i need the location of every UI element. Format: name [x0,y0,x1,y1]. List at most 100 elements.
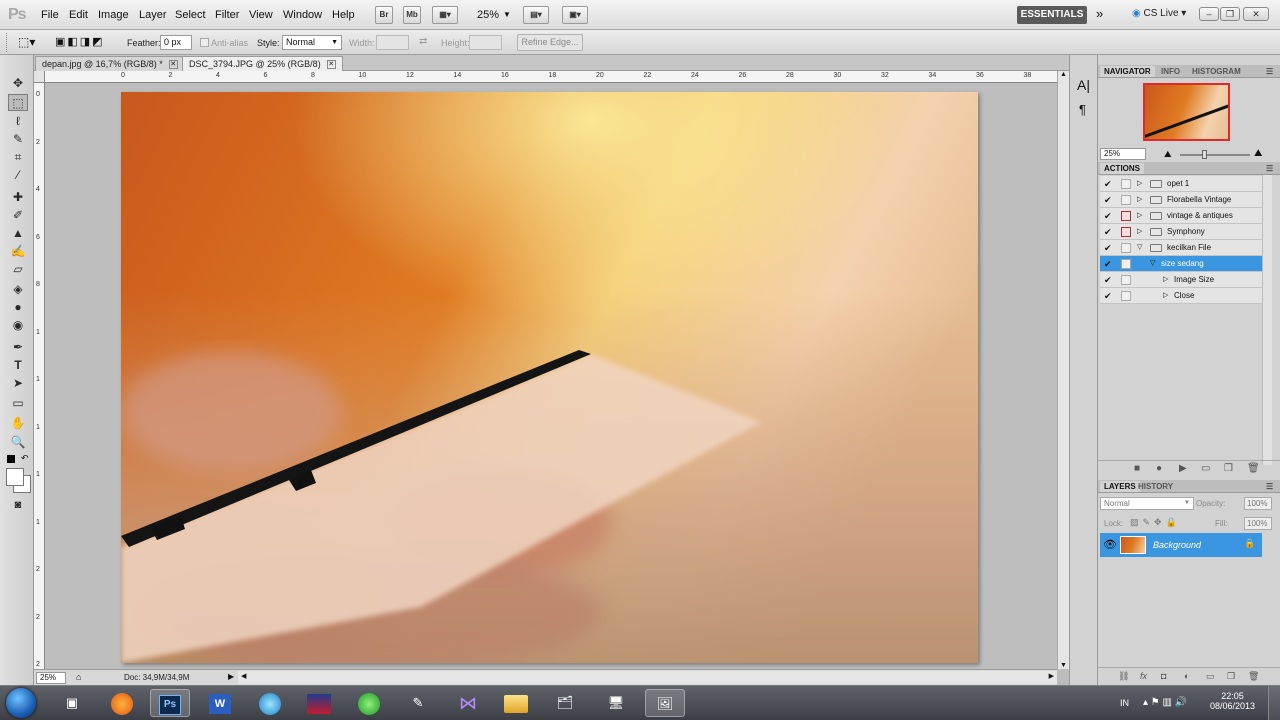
tab-actions[interactable]: ACTIONS [1100,163,1144,174]
menu-layer[interactable]: Layer [139,9,167,21]
tab-navigator[interactable]: NAVIGATOR [1100,66,1155,77]
brush-tool-icon[interactable]: ✐ [8,207,28,224]
ruler-origin[interactable] [34,71,45,83]
crop-tool-icon[interactable]: ⌗ [8,149,28,166]
delete-icon[interactable]: 🗑 [1247,463,1260,474]
clone-stamp-tool-icon[interactable]: ▲ [8,225,28,242]
dialog-toggle-checkbox[interactable] [1121,259,1131,269]
taskbar-green-app-icon[interactable] [349,689,389,717]
width-input[interactable] [376,35,409,50]
action-toggle-checkbox[interactable]: ✔ [1104,291,1114,301]
navigator-zoom-field[interactable]: 25% [1100,148,1146,160]
actions-scrollbar[interactable] [1262,175,1272,465]
history-brush-tool-icon[interactable]: ✍ [8,243,28,260]
lock-options-icons[interactable]: ▨✎✥🔒 [1130,517,1181,528]
menu-file[interactable]: File [41,9,59,21]
taskbar-computer-icon[interactable]: 🖥 [596,689,636,717]
paint-bucket-tool-icon[interactable]: ◈ [8,281,28,298]
new-group-icon[interactable]: ▭ [1206,671,1215,682]
tab-depan[interactable]: depan.jpg @ 16,7% (RGB/8) * ✕ [35,56,185,71]
hand-tool-icon[interactable]: ✋ [8,415,28,432]
status-info-icon[interactable]: ⌂ [76,672,86,683]
record-icon[interactable]: ● [1156,463,1162,474]
taskbar-firefox-icon[interactable] [102,689,142,717]
arrange-documents-button[interactable]: ▤▾ [523,6,549,24]
scroll-down-icon[interactable]: ▼ [1060,662,1067,669]
collapsed-triangle-icon[interactable]: ▷ [1163,275,1168,283]
action-toggle-checkbox[interactable]: ✔ [1104,211,1114,221]
zoom-slider-handle[interactable] [1202,150,1207,159]
healing-brush-tool-icon[interactable]: ✚ [8,189,28,206]
zoom-dropdown-icon[interactable]: ▼ [503,10,511,19]
eyedropper-tool-icon[interactable]: ⁄ [8,167,28,184]
dodge-tool-icon[interactable]: ◉ [8,317,28,334]
menu-select[interactable]: Select [175,9,206,21]
delete-layer-icon[interactable]: 🗑 [1248,671,1259,682]
navigator-thumbnail[interactable] [1143,83,1230,141]
menu-help[interactable]: Help [332,9,355,21]
dialog-toggle-checkbox[interactable] [1121,227,1131,237]
layer-style-icon[interactable]: fx [1140,671,1147,681]
zoom-tool-icon[interactable]: 🔍 [8,434,28,451]
action-toggle-checkbox[interactable]: ✔ [1104,227,1114,237]
marquee-tool-icon[interactable]: ⬚ [8,94,28,111]
screen-mode-button[interactable]: ▣▾ [562,6,588,24]
show-desktop-button[interactable] [1268,686,1280,720]
language-indicator[interactable]: IN [1120,698,1129,708]
action-row[interactable]: ✔ ▷ vintage & antiques [1100,208,1262,224]
taskbar-image-viewer-icon[interactable]: 🖼 [645,689,685,717]
tab-layers[interactable]: LAYERS [1100,481,1140,492]
cs-live-button[interactable]: ◉ CS Live ▾ [1132,8,1186,19]
path-selection-tool-icon[interactable]: ➤ [8,375,28,392]
status-zoom-field[interactable]: 25% [36,672,66,684]
fill-field[interactable]: 100% [1244,517,1272,530]
stop-icon[interactable]: ■ [1134,463,1140,474]
dialog-toggle-checkbox[interactable] [1121,211,1131,221]
status-menu-arrow-icon[interactable]: ▶ [228,672,234,681]
taskbar-media-app-icon[interactable] [299,689,339,717]
action-row[interactable]: ✔ ▷ Close [1100,288,1262,304]
taskbar-archive-icon[interactable]: 🗂 [545,689,585,717]
tab-histogram[interactable]: HISTOGRAM [1192,67,1241,76]
horizontal-scrollbar[interactable]: ◀ ▶ [238,671,1057,684]
vertical-scrollbar[interactable]: ▲ ▼ [1057,71,1069,669]
menu-window[interactable]: Window [283,9,322,21]
action-toggle-checkbox[interactable]: ✔ [1104,179,1114,189]
taskbar-ie-icon[interactable] [250,689,290,717]
selection-mode-icons[interactable]: ▣◧◨◩ [55,35,113,50]
action-toggle-checkbox[interactable]: ✔ [1104,275,1114,285]
tab-dsc-3794[interactable]: DSC_3794.JPG @ 25% (RGB/8) ✕ [182,56,343,71]
scroll-up-icon[interactable]: ▲ [1060,71,1067,78]
taskbar-editor-icon[interactable]: ✎ [398,689,438,717]
dialog-toggle-checkbox[interactable] [1121,243,1131,253]
action-row[interactable]: ✔ ▷ opet 1 [1100,176,1262,192]
menu-image[interactable]: Image [98,9,129,21]
taskbar-photoshop-icon[interactable]: Ps [150,689,190,717]
menu-edit[interactable]: Edit [69,9,88,21]
collapsed-triangle-icon[interactable]: ▷ [1137,227,1142,235]
new-action-icon[interactable]: ❐ [1224,463,1233,474]
link-layers-icon[interactable]: ⛓ [1118,671,1129,682]
view-extras-button[interactable]: ▦▾ [432,6,458,24]
marquee-preset-icon[interactable]: ⬚▾ [18,35,44,50]
rectangle-tool-icon[interactable]: ▭ [8,395,28,412]
action-row[interactable]: ✔ ▷ Symphony [1100,224,1262,240]
tab-history[interactable]: HISTORY [1138,482,1173,491]
tab-info[interactable]: INFO [1161,67,1180,76]
taskbar-explorer-icon[interactable] [496,689,536,717]
panel-menu-icon[interactable]: ☰ [1266,482,1273,491]
close-icon[interactable]: ✕ [168,60,178,70]
dialog-toggle-checkbox[interactable] [1121,179,1131,189]
new-set-icon[interactable]: ▭ [1201,463,1210,474]
swap-colors-icon[interactable]: ↶ [21,453,29,464]
expanded-triangle-icon[interactable]: ▽ [1137,243,1142,251]
zoom-out-icon[interactable]: ⛰ [1164,149,1172,160]
menu-view[interactable]: View [249,9,273,21]
action-row[interactable]: ✔ ▽ kecilkan File [1100,240,1262,256]
action-toggle-checkbox[interactable]: ✔ [1104,243,1114,253]
zoom-level[interactable]: 25% [477,9,499,21]
action-toggle-checkbox[interactable]: ✔ [1104,259,1114,269]
start-button[interactable] [6,688,36,718]
restore-button[interactable]: ❐ [1220,7,1240,21]
antialias-checkbox[interactable] [200,38,209,47]
